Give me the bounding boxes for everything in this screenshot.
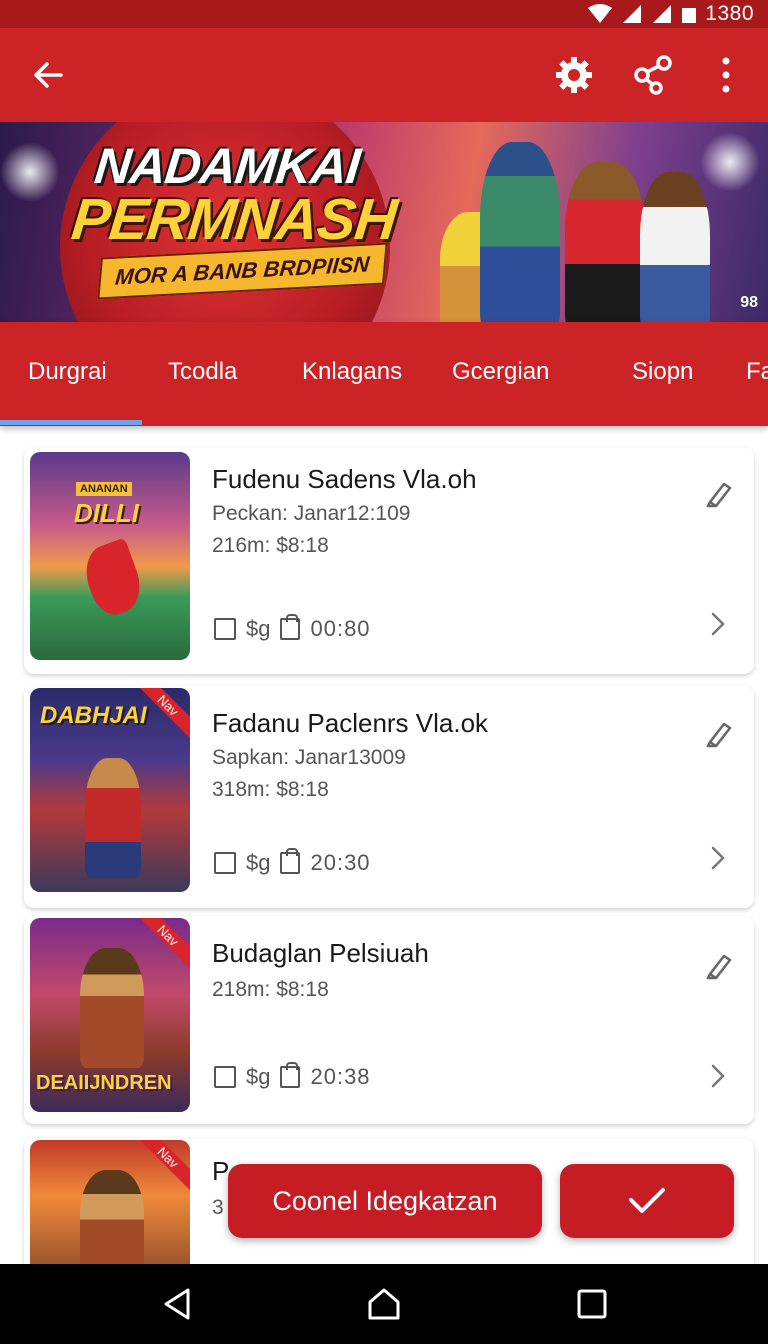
app-bar <box>0 28 768 122</box>
status-icons: 1380 <box>587 0 754 28</box>
arrow-left-icon <box>34 62 63 88</box>
stage-light <box>700 132 760 192</box>
character-figure <box>565 162 645 324</box>
gear-icon <box>556 57 592 93</box>
item-meta-date: Sapkan: Janar13009 <box>212 746 406 769</box>
clock: 1380 <box>705 2 754 25</box>
item-thumbnail: Nav <box>30 1140 190 1280</box>
settings-button[interactable] <box>550 51 598 99</box>
thumb-character <box>85 758 141 878</box>
edit-icon[interactable] <box>704 478 734 508</box>
banner-badge: 98 <box>740 294 758 311</box>
item-meta-price: 318m: $8:18 <box>212 778 329 801</box>
tab-gcergian[interactable]: Gcergian <box>452 358 549 386</box>
signal-icon <box>623 5 642 23</box>
item-price-tag: $g <box>246 850 271 875</box>
share-button[interactable] <box>628 51 676 99</box>
thumb-character <box>80 948 144 1068</box>
item-time: 20:30 <box>310 850 371 875</box>
thumb-title: DILLI <box>74 498 139 528</box>
banner-title-line2: PERMNASH <box>68 187 400 252</box>
item-meta-date: Peckan: Janar12:109 <box>212 502 411 525</box>
promo-banner[interactable]: NADAMKAI PERMNASH MOR A BANB BRDPIISN 98 <box>0 122 768 324</box>
nav-back-icon[interactable] <box>160 1286 196 1322</box>
item-title: P <box>212 1156 230 1186</box>
thumb-title: DEAIIJNDREN <box>36 1072 172 1094</box>
item-footer: $g 20:38 <box>214 1062 371 1090</box>
status-bar: 1380 <box>0 0 768 28</box>
item-footer: $g 00:80 <box>214 614 371 642</box>
list-item[interactable]: Nav DABHJAI Fadanu Paclenrs Vla.ok Sapka… <box>24 686 754 908</box>
item-thumbnail: ANANAN DILLI <box>30 452 190 660</box>
bag-icon <box>280 1062 301 1088</box>
signal-icon-2 <box>653 5 672 23</box>
item-meta: 3 <box>212 1196 224 1219</box>
check-icon <box>629 1188 665 1213</box>
item-meta-price: 218m: $8:18 <box>212 978 329 1001</box>
tab-indicator <box>0 420 142 425</box>
bag-icon <box>280 614 301 640</box>
system-nav-bar <box>0 1264 768 1344</box>
bag-icon <box>280 848 301 874</box>
tab-siopn[interactable]: Siopn <box>632 358 693 386</box>
category-tabs: Durgrai Tcodla Knlagans Gcergian Siopn F… <box>0 322 768 426</box>
thumb-badge: Nav <box>134 918 190 970</box>
stage-light <box>0 142 60 202</box>
more-button[interactable] <box>702 51 750 99</box>
checkbox-icon[interactable] <box>214 1066 236 1088</box>
tab-knlagans[interactable]: Knlagans <box>302 358 402 386</box>
chevron-right-icon[interactable] <box>706 1064 730 1088</box>
tab-durgrai[interactable]: Durgrai <box>28 358 107 386</box>
tab-tcodla[interactable]: Tcodla <box>168 358 237 386</box>
list-item[interactable]: ANANAN DILLI Fudenu Sadens Vla.oh Peckan… <box>24 448 754 674</box>
checkbox-icon[interactable] <box>214 618 236 640</box>
thumb-top-text: ANANAN <box>76 482 132 496</box>
tab-fa[interactable]: Fa <box>746 358 768 386</box>
thumb-title: DABHJAI <box>40 702 147 729</box>
confirm-button[interactable] <box>560 1164 734 1238</box>
battery-icon <box>682 8 697 23</box>
item-footer: $g 20:30 <box>214 848 371 876</box>
edit-icon[interactable] <box>704 718 734 748</box>
list-item[interactable]: Nav DEAIIJNDREN Budaglan Pelsiuah 218m: … <box>24 916 754 1124</box>
item-title: Fudenu Sadens Vla.oh <box>212 464 477 494</box>
thumb-badge: Nav <box>134 1140 190 1192</box>
nav-home-icon[interactable] <box>366 1286 402 1322</box>
primary-action-button[interactable]: Coonel Idegkatzan <box>228 1164 542 1238</box>
item-meta-price: 216m: $8:18 <box>212 534 329 557</box>
item-title: Fadanu Paclenrs Vla.ok <box>212 708 489 738</box>
chevron-right-icon[interactable] <box>706 612 730 636</box>
item-thumbnail: Nav DEAIIJNDREN <box>30 918 190 1112</box>
character-figure <box>480 142 560 324</box>
item-time: 00:80 <box>310 616 371 641</box>
item-price-tag: $g <box>246 616 271 641</box>
thumb-emblem <box>77 537 149 621</box>
edit-icon[interactable] <box>704 950 734 980</box>
chevron-right-icon[interactable] <box>706 846 730 870</box>
share-icon <box>634 55 672 95</box>
item-time: 20:38 <box>310 1064 371 1089</box>
item-title: Budaglan Pelsiuah <box>212 938 429 968</box>
item-thumbnail: Nav DABHJAI <box>30 688 190 892</box>
character-figure <box>640 172 710 324</box>
nav-recents-icon[interactable] <box>574 1286 610 1322</box>
more-vertical-icon <box>722 57 730 93</box>
checkbox-icon[interactable] <box>214 852 236 874</box>
back-button[interactable] <box>24 51 72 99</box>
item-price-tag: $g <box>246 1064 271 1089</box>
wifi-icon <box>588 4 613 23</box>
